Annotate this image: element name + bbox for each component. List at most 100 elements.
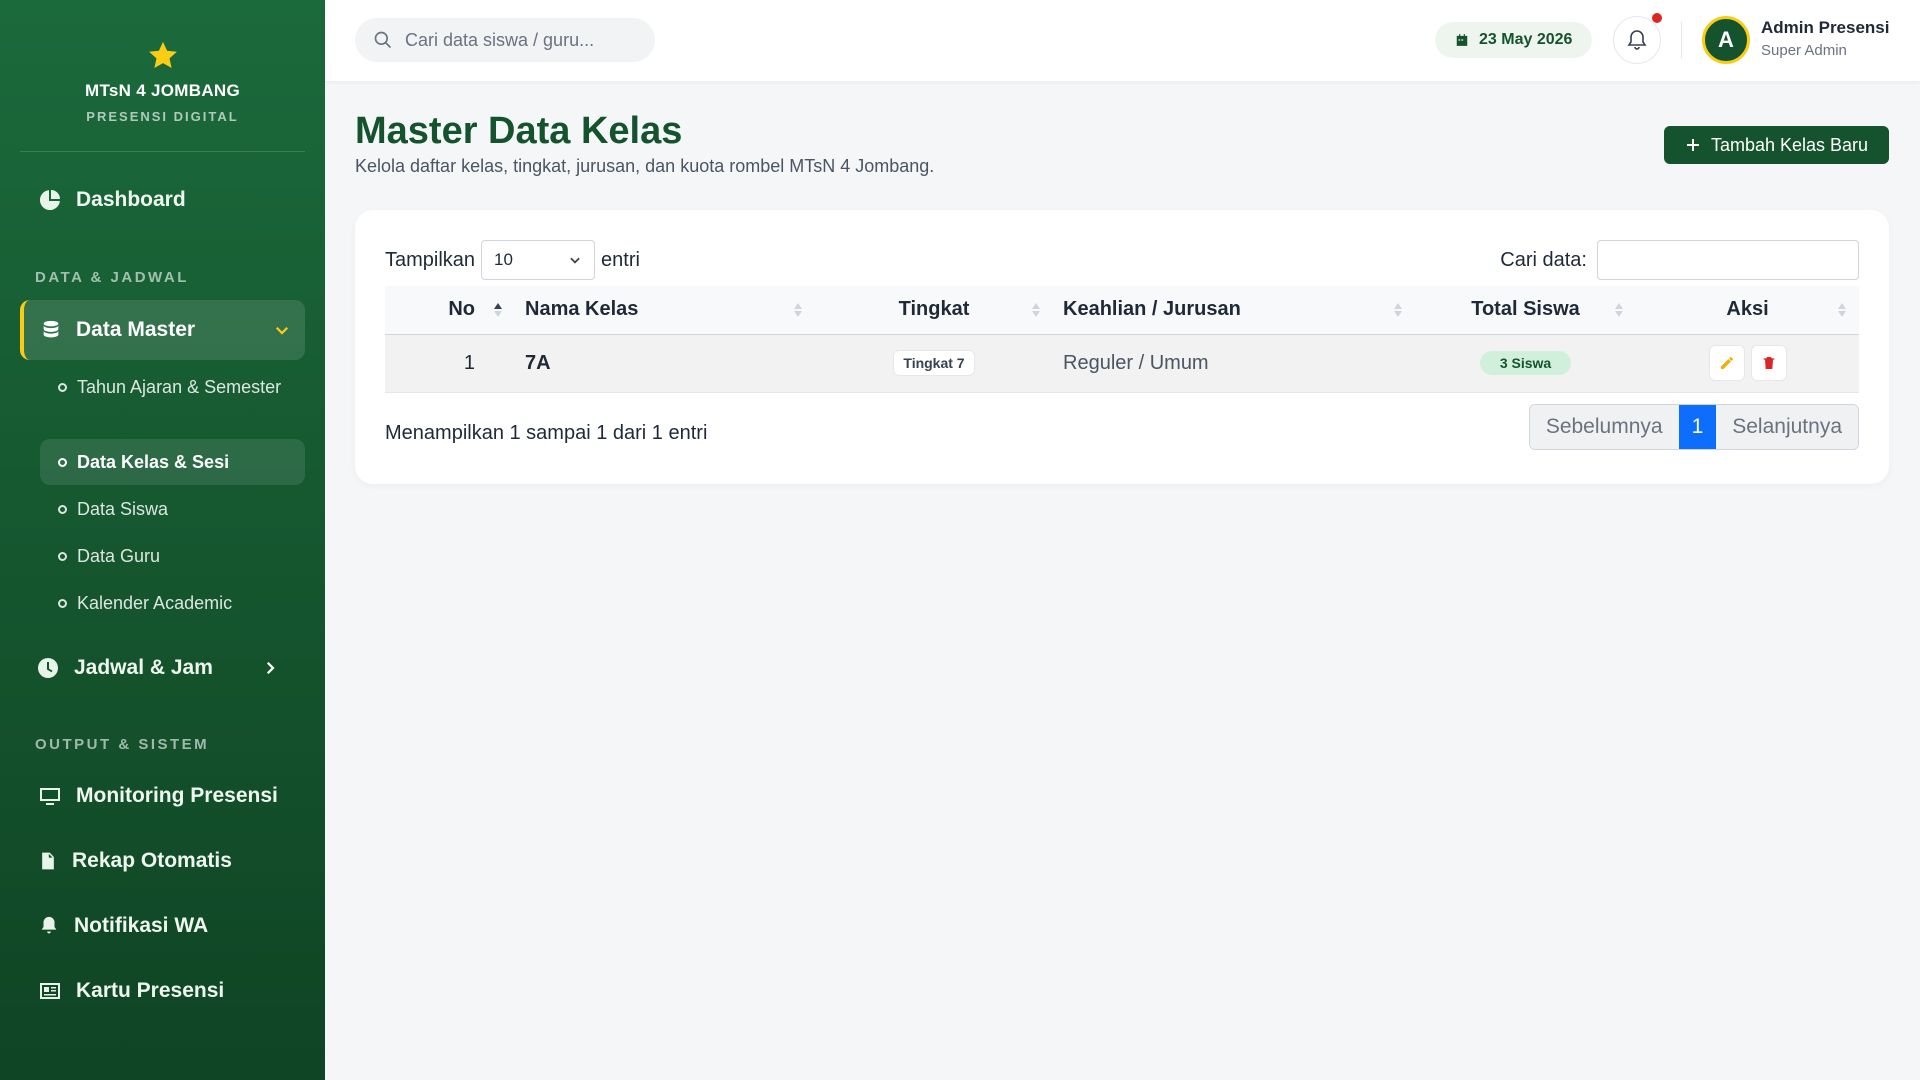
id-card-icon: [40, 983, 60, 999]
plus-icon: [1686, 139, 1699, 151]
star-icon: [148, 41, 177, 69]
sidebar-item-label: Monitoring Presensi: [76, 784, 278, 807]
user-name: Admin Presensi: [1761, 18, 1890, 37]
cell-aksi: [1636, 334, 1859, 393]
chevron-down-icon: [570, 257, 580, 264]
bullet-icon: [58, 383, 67, 392]
add-class-label: Tambah Kelas Baru: [1710, 134, 1869, 155]
cell-total-siswa: 3 Siswa: [1415, 334, 1636, 393]
bullet-icon: [58, 458, 67, 467]
brand-subtitle: PRESENSI DIGITAL: [86, 109, 239, 124]
clock-icon: [38, 658, 58, 678]
brand-name: MTsN 4 JOMBANG: [84, 81, 240, 100]
sidebar-item-label: Data Master: [76, 318, 196, 341]
table-info: Menampilkan 1 sampai 1 dari 1 entri: [385, 422, 708, 444]
search-input[interactable]: [405, 29, 625, 51]
col-label: Keahlian / Jurusan: [1063, 298, 1241, 321]
sidebar-subitem-label: Data Guru: [77, 546, 161, 566]
bell-icon: [1627, 30, 1647, 50]
chevron-down-icon: [275, 326, 289, 335]
pencil-icon: [1720, 357, 1733, 369]
current-date: 23 May 2026: [1479, 31, 1573, 48]
sidebar-subitem-kalender[interactable]: Kalender Academic: [40, 590, 305, 616]
sidebar-item-rekap[interactable]: Rekap Otomatis: [20, 849, 305, 873]
col-aksi[interactable]: Aksi: [1636, 286, 1859, 335]
sidebar: MTsN 4 JOMBANG PRESENSI DIGITAL Dashboar…: [0, 0, 325, 1080]
calendar-icon: [1456, 34, 1468, 46]
search-icon: [374, 31, 392, 49]
page-1-button[interactable]: 1: [1678, 405, 1717, 449]
col-label: Aksi: [1726, 298, 1769, 321]
show-label: Tampilkan: [385, 248, 476, 271]
sidebar-item-label: Kartu Presensi: [76, 979, 225, 1002]
delete-button[interactable]: [1750, 345, 1787, 381]
col-label: Nama Kelas: [525, 298, 639, 321]
bullet-icon: [58, 552, 67, 561]
sidebar-item-kartu[interactable]: Kartu Presensi: [20, 979, 305, 1003]
brand: MTsN 4 JOMBANG PRESENSI DIGITAL: [20, 0, 305, 152]
sort-icon: [1615, 303, 1623, 317]
sidebar-subitem-data-kelas[interactable]: Data Kelas & Sesi: [40, 439, 305, 485]
sidebar-subitem-data-siswa[interactable]: Data Siswa: [40, 496, 305, 522]
col-tingkat[interactable]: Tingkat: [815, 286, 1053, 335]
sidebar-subitem-tahun-ajaran[interactable]: Tahun Ajaran & Semester: [40, 374, 305, 400]
tingkat-badge: Tingkat 7: [893, 350, 975, 376]
page-title: Master Data Kelas: [355, 110, 683, 152]
col-label: Tingkat: [898, 298, 970, 321]
cell-nama-kelas: 7A: [515, 334, 815, 393]
sort-icon: [794, 303, 802, 317]
chevron-right-icon: [266, 661, 275, 675]
sidebar-item-dashboard[interactable]: Dashboard: [20, 188, 305, 212]
sidebar-item-data-master[interactable]: Data Master: [20, 300, 305, 360]
sidebar-item-label: Rekap Otomatis: [72, 849, 232, 872]
table-row: 1 7A Tingkat 7 Reguler / Umum 3 Siswa: [385, 334, 1859, 393]
sidebar-subitem-label: Tahun Ajaran & Semester: [77, 377, 282, 397]
sidebar-subitem-label: Data Kelas & Sesi: [77, 452, 230, 472]
bell-icon: [41, 916, 57, 934]
sidebar-item-jadwal[interactable]: Jadwal & Jam: [20, 656, 305, 680]
bullet-icon: [58, 599, 67, 608]
sort-icon: [1838, 303, 1846, 317]
col-label: No: [448, 298, 475, 321]
section-label-output: OUTPUT & SISTEM: [35, 736, 210, 753]
col-nama-kelas[interactable]: Nama Kelas: [515, 286, 815, 335]
prev-page-button[interactable]: Sebelumnya: [1529, 405, 1679, 449]
table-header-row: No Nama Kelas Tingkat Keahlian / Jurusan…: [385, 286, 1859, 335]
col-total-siswa[interactable]: Total Siswa: [1415, 286, 1636, 335]
cell-no: 1: [385, 334, 515, 393]
sidebar-subitem-data-guru[interactable]: Data Guru: [40, 543, 305, 569]
entries-select-value: 10: [494, 250, 513, 269]
page-subtitle: Kelola daftar kelas, tingkat, jurusan, d…: [355, 156, 935, 176]
entries-select[interactable]: 10: [481, 240, 596, 280]
search-box[interactable]: [355, 18, 655, 62]
table-filter: Cari data:: [1500, 240, 1859, 280]
row-actions: [1708, 345, 1787, 381]
notification-button[interactable]: [1613, 13, 1662, 64]
bullet-icon: [58, 505, 67, 514]
col-keahlian[interactable]: Keahlian / Jurusan: [1053, 286, 1415, 335]
add-class-button[interactable]: Tambah Kelas Baru: [1664, 126, 1889, 164]
cell-tingkat: Tingkat 7: [815, 334, 1053, 393]
entries-label: entri: [601, 248, 640, 271]
sidebar-item-monitoring[interactable]: Monitoring Presensi: [20, 784, 305, 808]
sidebar-item-label: Jadwal & Jam: [74, 656, 213, 679]
divider: [1681, 22, 1682, 58]
table-search-input[interactable]: [1597, 240, 1859, 280]
entries-length-control: Tampilkan 10 entri: [385, 240, 640, 280]
next-page-button[interactable]: Selanjutnya: [1716, 405, 1858, 449]
sidebar-item-notifikasi[interactable]: Notifikasi WA: [20, 914, 305, 938]
date-badge: 23 May 2026: [1435, 22, 1593, 58]
total-siswa-badge: 3 Siswa: [1479, 351, 1572, 375]
user-role: Super Admin: [1761, 42, 1847, 59]
document-icon: [42, 852, 54, 870]
sort-asc-icon: [494, 303, 502, 317]
pagination: Sebelumnya 1 Selanjutnya: [1528, 404, 1859, 450]
avatar[interactable]: A: [1702, 16, 1750, 64]
col-label: Total Siswa: [1471, 298, 1580, 321]
notification-dot: [1652, 13, 1662, 23]
col-no[interactable]: No: [385, 286, 515, 335]
data-card: Tampilkan 10 entri Cari data: No Nama Ke…: [355, 210, 1889, 484]
class-table: No Nama Kelas Tingkat Keahlian / Jurusan…: [385, 286, 1859, 393]
edit-button[interactable]: [1708, 345, 1745, 381]
section-label-data: DATA & JADWAL: [35, 269, 189, 286]
